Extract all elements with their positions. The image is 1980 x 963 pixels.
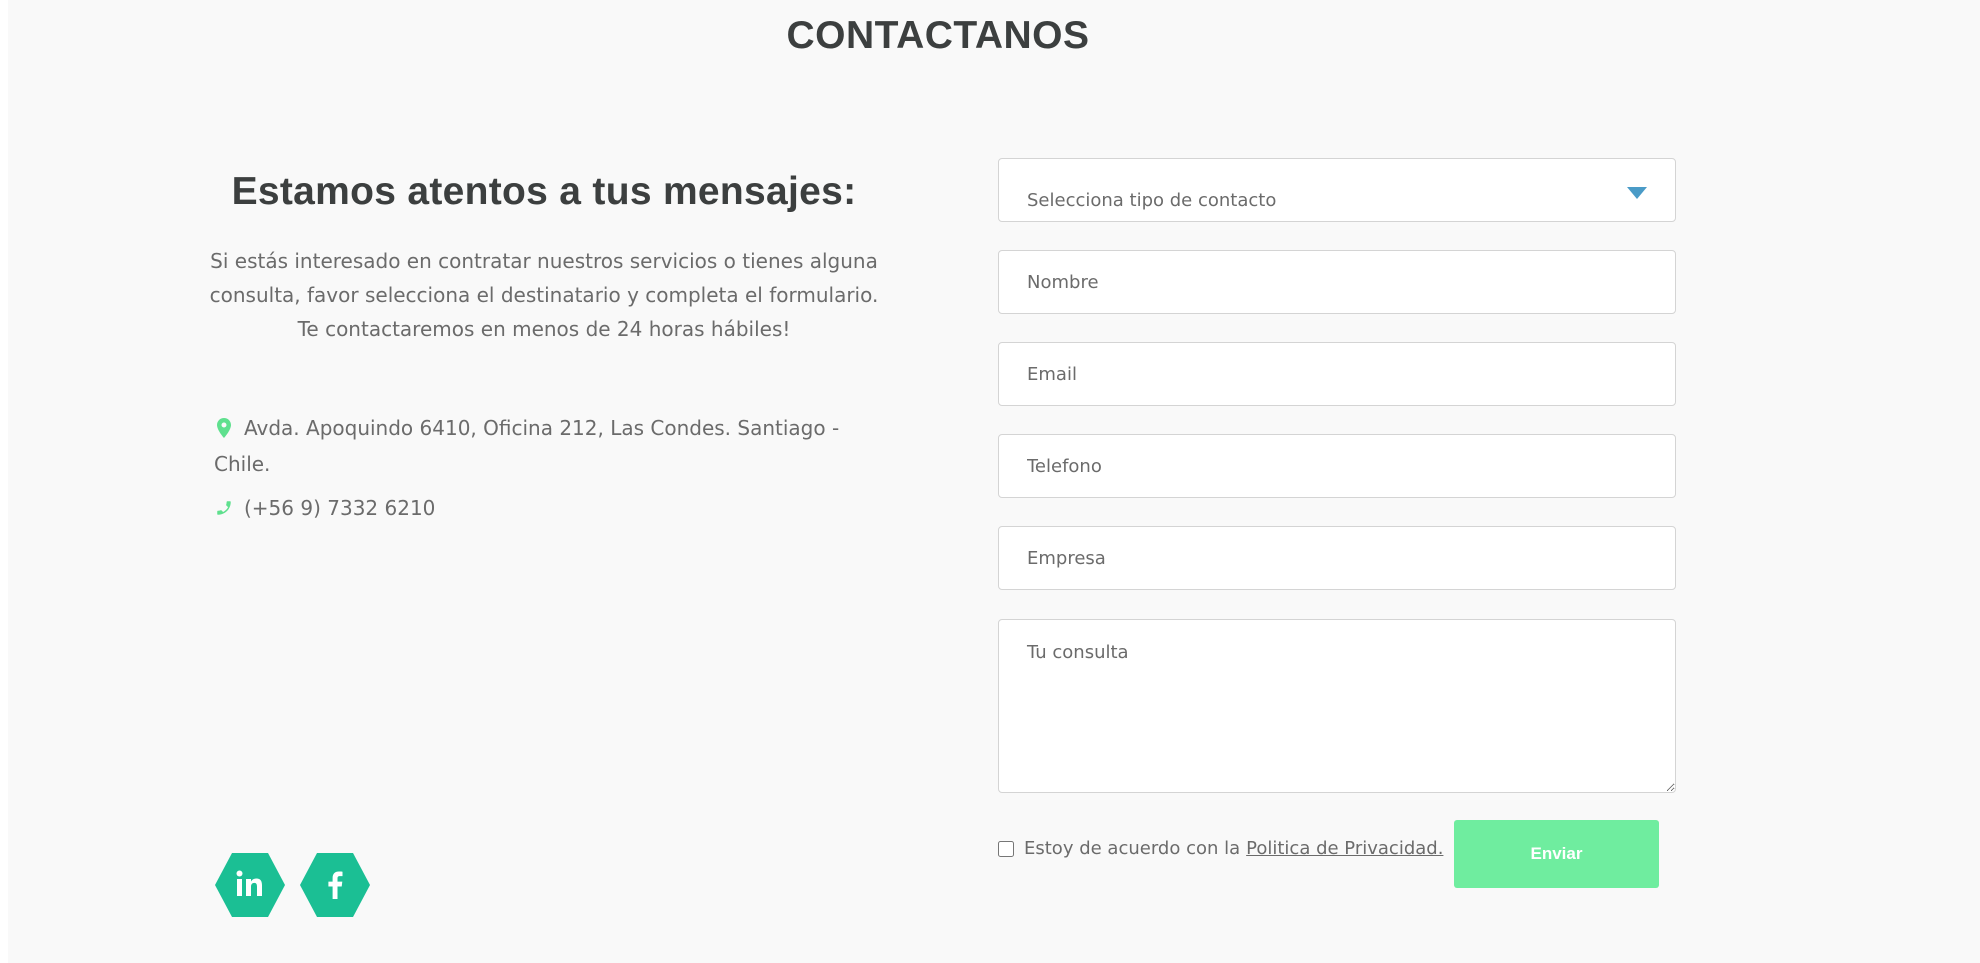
name-input[interactable]	[998, 250, 1676, 314]
address-row: Avda. Apoquindo 6410, Oficina 212, Las C…	[214, 410, 854, 482]
address-text: Avda. Apoquindo 6410, Oficina 212, Las C…	[214, 410, 854, 482]
phone-row: (+56 9) 7332 6210	[214, 490, 854, 526]
intro-line-1: Si estás interesado en contratar nuestro…	[210, 249, 878, 273]
email-input[interactable]	[998, 342, 1676, 406]
privacy-checkbox[interactable]	[998, 840, 1014, 857]
contact-details: Avda. Apoquindo 6410, Oficina 212, Las C…	[214, 410, 854, 534]
facebook-icon[interactable]	[299, 852, 371, 918]
message-textarea[interactable]	[998, 619, 1676, 793]
social-links	[214, 852, 371, 918]
address-line-2: Chile.	[214, 452, 271, 476]
phone-input[interactable]	[998, 434, 1676, 498]
phone-icon	[214, 490, 234, 526]
contact-type-select[interactable]: Selecciona tipo de contacto	[998, 158, 1676, 222]
map-pin-icon	[214, 410, 234, 446]
contact-info-panel: Estamos atentos a tus mensajes: Si estás…	[204, 170, 884, 346]
submit-button[interactable]: Enviar	[1454, 820, 1659, 888]
privacy-policy-link[interactable]: Politica de Privacidad.	[1246, 838, 1443, 859]
caret-down-icon	[1627, 187, 1647, 199]
consent-label: Estoy de acuerdo con la	[1024, 838, 1241, 859]
address-line-1: Avda. Apoquindo 6410, Oficina 212, Las C…	[244, 416, 840, 440]
contact-type-placeholder: Selecciona tipo de contacto	[1027, 190, 1277, 211]
contact-intro: Si estás interesado en contratar nuestro…	[204, 244, 884, 346]
intro-line-3: Te contactaremos en menos de 24 horas há…	[297, 317, 791, 341]
intro-line-2: consulta, favor selecciona el destinatar…	[209, 283, 879, 307]
page-title: CONTACTANOS	[786, 14, 1090, 57]
company-input[interactable]	[998, 526, 1676, 590]
linkedin-icon[interactable]	[214, 852, 286, 918]
phone-number: (+56 9) 7332 6210	[244, 496, 436, 520]
contact-heading: Estamos atentos a tus mensajes:	[231, 170, 857, 213]
contact-page: CONTACTANOS Estamos atentos a tus mensaj…	[8, 0, 1980, 963]
privacy-consent: Estoy de acuerdo con la Politica de Priv…	[998, 838, 1443, 859]
